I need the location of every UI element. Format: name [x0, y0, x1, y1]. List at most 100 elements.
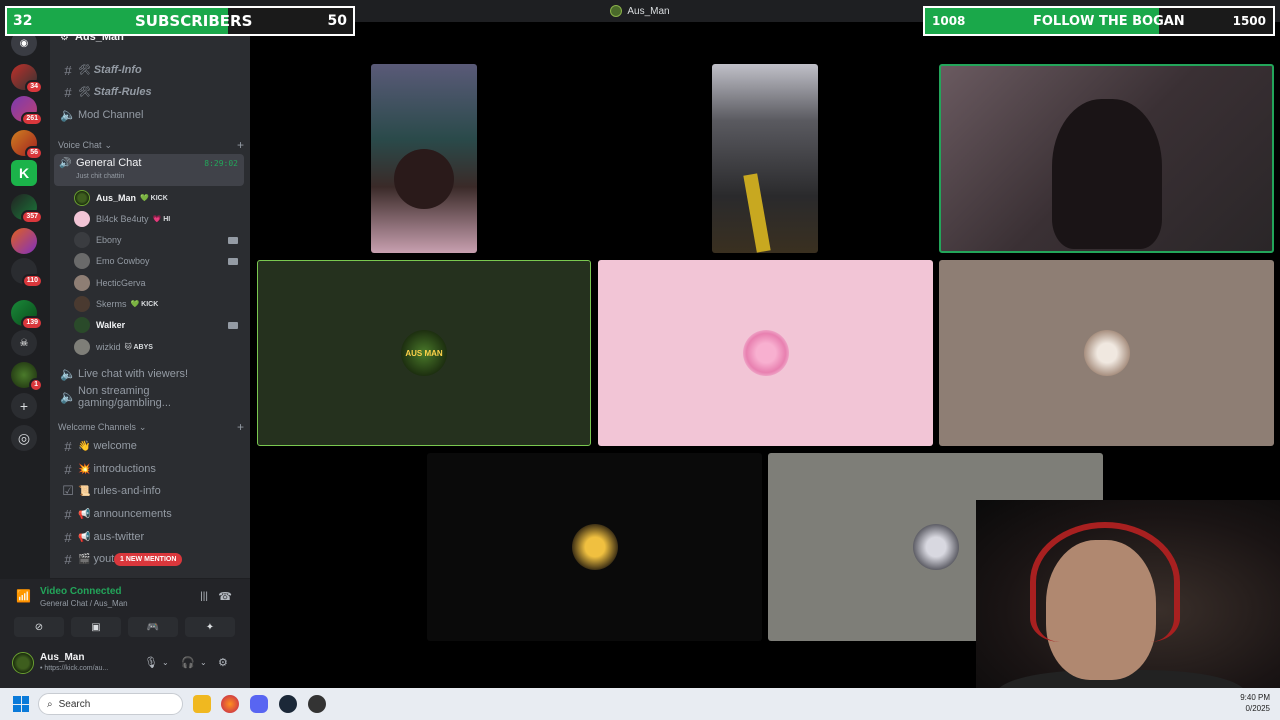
file-explorer-icon[interactable] [193, 695, 211, 713]
signal-icon[interactable]: 📶 [16, 589, 31, 603]
channel-emoji: 👋 [78, 440, 91, 452]
follow-goal: 1500 [1232, 14, 1266, 28]
screen-share-button[interactable]: ▣ [71, 617, 121, 637]
soundboard-icon: ✦ [205, 621, 215, 633]
video-tile-walker[interactable] [939, 64, 1274, 253]
voice-user[interactable]: wizkid 🐱 ABYS [74, 337, 244, 357]
channel-label: rules-and-info [93, 485, 161, 497]
channel-label: Staff-Rules [93, 86, 152, 98]
server-icon[interactable]: 110 [11, 258, 43, 288]
active-voice-channel[interactable]: 🔊 General Chat Just chit chattin 8:29:02 [54, 154, 244, 186]
voice-user-name: Skerms [96, 299, 127, 309]
category-voice-chat[interactable]: Voice Chat ⌄ + [58, 137, 244, 153]
discover-icon[interactable]: ◎ [11, 425, 37, 451]
firefox-icon[interactable] [221, 695, 239, 713]
server-icon[interactable]: 56 [11, 130, 43, 160]
voice-status-sub[interactable]: General Chat / Aus_Man [40, 599, 128, 608]
discord-taskbar-icon[interactable] [250, 695, 268, 713]
server-icon[interactable]: 1 [11, 362, 43, 392]
video-tile-bl4ck-be4uty[interactable] [598, 260, 933, 446]
clock-date: 0/2025 [1245, 704, 1270, 713]
hash-icon: # [64, 438, 72, 454]
channel-welcome[interactable]: # 👋 welcome [56, 436, 244, 456]
unread-badge: 139 [21, 316, 43, 330]
channel-staff-rules[interactable]: # 🛠 Staff-Rules [56, 82, 244, 102]
disconnect-icon[interactable]: ☎ [218, 590, 232, 603]
voice-connected-panel: 📶 Video Connected General Chat / Aus_Man… [0, 578, 250, 642]
person-silhouette [1051, 98, 1162, 249]
noise-suppression-icon[interactable]: ||| [200, 591, 208, 602]
category-label: Welcome Channels [58, 422, 136, 432]
user-tag: 💚 KICK [130, 301, 159, 308]
user-tag: 💗 HI [152, 216, 171, 223]
camera-icon [228, 321, 238, 329]
avatar [912, 524, 959, 570]
taskbar-clock[interactable]: 9:40 PM 0/2025 [1240, 692, 1270, 714]
server-icon[interactable]: 34 [11, 64, 43, 94]
voice-user[interactable]: Walker [74, 315, 244, 335]
hash-icon: # [64, 551, 72, 567]
hash-icon: # [64, 461, 72, 477]
camera-off-icon: ⊘ [34, 621, 44, 633]
video-tile-skerms[interactable] [427, 453, 762, 641]
voice-user[interactable]: HecticGerva [74, 273, 244, 293]
steam-icon[interactable] [279, 695, 297, 713]
voice-user[interactable]: Bl4ck Be4uty 💗 HI [74, 209, 244, 229]
camera-icon [228, 236, 238, 244]
streamer-webcam [976, 500, 1280, 720]
category-welcome[interactable]: Welcome Channels ⌄ + [58, 419, 244, 435]
channel-staff-info[interactable]: # 🛠 Staff-Info [56, 60, 244, 80]
video-tile-emo-cowboy[interactable] [712, 64, 818, 253]
channel-rules-and-info[interactable]: ☑ 📜 rules-and-info [56, 481, 244, 501]
microphone-icon[interactable]: 🎙 [144, 656, 158, 669]
voice-user[interactable]: Aus_Man 💚 KICK [74, 188, 244, 208]
channel-label: welcome [93, 440, 137, 452]
channel-live-chat[interactable]: 🔈 Live chat with viewers! [56, 364, 244, 384]
avatar[interactable] [12, 652, 34, 674]
video-tile-ebony[interactable] [371, 64, 477, 253]
avatar: AUS MAN [401, 330, 447, 376]
kick-server-icon[interactable]: K [11, 160, 37, 186]
soundboard-button[interactable]: ✦ [185, 617, 235, 637]
camera-off-button[interactable]: ⊘ [14, 617, 64, 637]
channel-mod-channel[interactable]: 🔈 Mod Channel [56, 105, 244, 125]
unread-badge: 56 [25, 146, 43, 160]
windows-start-icon[interactable] [13, 696, 29, 712]
video-tile-hecticgerva[interactable] [939, 260, 1274, 446]
app-icon[interactable] [308, 695, 326, 713]
channel-aus-twitter[interactable]: # 📢 aus-twitter [56, 527, 244, 547]
channel-introductions[interactable]: # 💥 introductions [56, 459, 244, 479]
video-tile-aus-man[interactable]: AUS MAN [257, 260, 591, 446]
voice-user[interactable]: Ebony [74, 230, 244, 250]
server-icon[interactable]: 139 [11, 300, 43, 330]
add-server-icon[interactable]: + [11, 393, 37, 419]
avatar [742, 330, 789, 376]
voice-user[interactable]: Skerms 💚 KICK [74, 294, 244, 314]
unread-badge: 357 [21, 210, 43, 224]
chevron-down-icon[interactable]: ⌄ [162, 658, 169, 667]
headphones-icon[interactable]: 🎧 [181, 656, 195, 669]
chevron-down-icon: ⌄ [138, 421, 147, 432]
voice-user-name: Walker [96, 320, 126, 330]
channel-announcements[interactable]: # 📢 announcements [56, 504, 244, 524]
bottle-shape [743, 173, 771, 253]
avatar [74, 296, 90, 312]
follow-goal-bar: 1008 FOLLOW THE BOGAN 1500 [923, 6, 1275, 36]
channel-emoji: 📢 [78, 531, 91, 543]
window-title: Aus_Man [627, 5, 670, 17]
settings-gear-icon[interactable]: ⚙ [218, 656, 228, 669]
new-mention-pill[interactable]: 1 NEW MENTION [114, 553, 183, 566]
add-channel-icon[interactable]: + [237, 420, 244, 434]
server-icon[interactable]: 261 [11, 96, 43, 126]
add-channel-icon[interactable]: + [237, 138, 244, 152]
voice-user[interactable]: Emo Cowboy [74, 251, 244, 271]
server-icon[interactable]: ☠ [11, 330, 37, 356]
server-icon[interactable] [11, 228, 37, 254]
activity-button[interactable]: 🎮 [128, 617, 178, 637]
avatar [74, 211, 90, 227]
taskbar-search[interactable]: ⌕ Search [38, 693, 183, 715]
channel-non-streaming[interactable]: 🔈 Non streaming gaming/gambling... [56, 385, 244, 409]
server-icon[interactable]: 357 [11, 194, 43, 224]
follow-current: 1008 [932, 14, 966, 28]
chevron-down-icon[interactable]: ⌄ [200, 658, 207, 667]
